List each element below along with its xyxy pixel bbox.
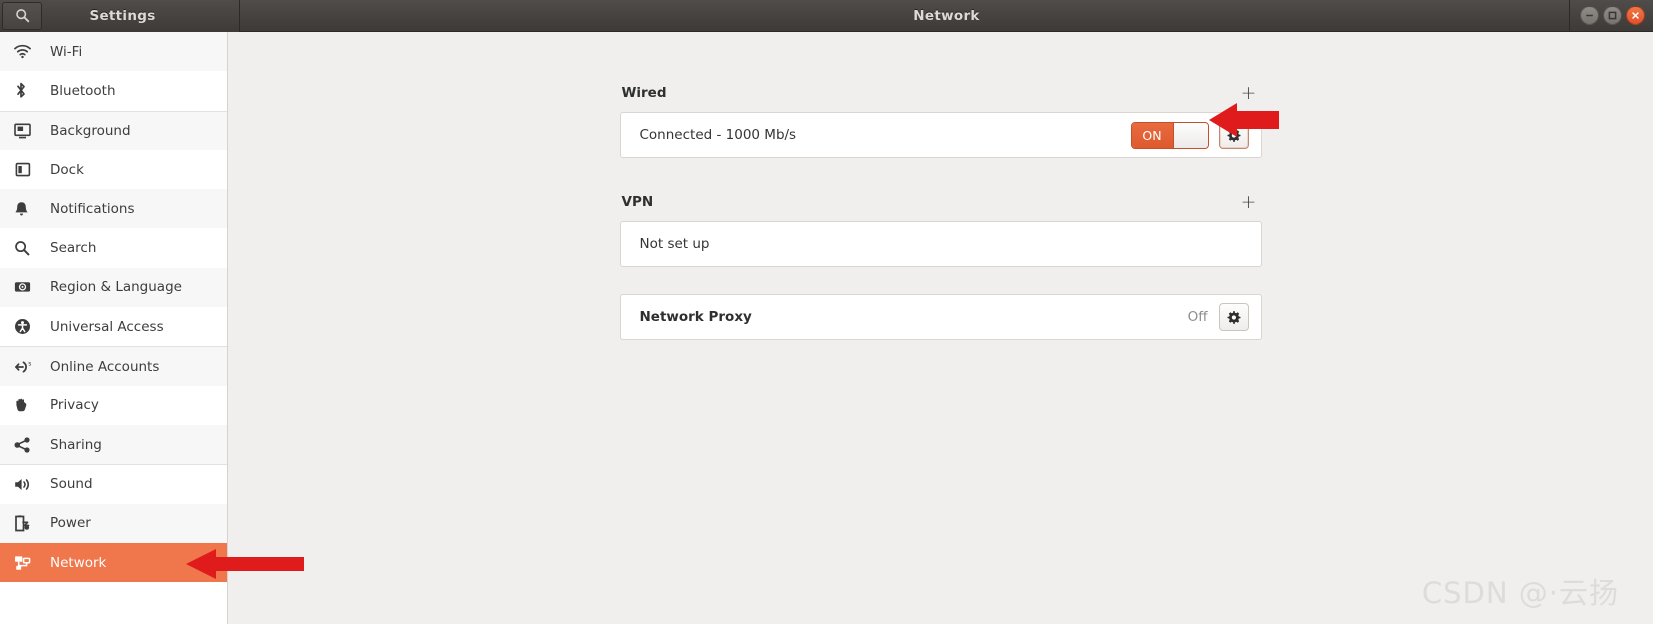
network-proxy-status: Off [1187,309,1208,325]
settings-panel-title: Settings [89,7,156,24]
wired-title: Wired [621,85,667,101]
sidebar-item-background[interactable]: Background [0,110,227,150]
sidebar-item-label: Universal Access [50,318,164,335]
wired-settings-button[interactable] [1218,121,1249,149]
wired-section-header: Wired + [620,82,1262,112]
sidebar-item-label: Wi-Fi [50,43,83,60]
bell-icon [14,201,40,217]
accessibility-icon [14,318,40,335]
sidebar-item-label: Online Accounts [50,358,160,375]
sidebar-item-bluetooth[interactable]: Bluetooth [0,71,227,111]
close-button[interactable] [1626,6,1645,25]
sidebar-item-label: Privacy [50,397,99,414]
sidebar-item-label: Region & Language [50,279,182,296]
wifi-icon [14,44,40,59]
sidebar-item-universal-access[interactable]: Universal Access [0,307,227,347]
background-icon [14,123,40,139]
sidebar: Wi-Fi Bluetooth Background Dock Notifica… [0,32,228,624]
watermark: CSDN @·云扬 [1421,576,1619,610]
close-icon [1630,10,1641,21]
sidebar-item-power[interactable]: Power [0,503,227,543]
vpn-row: Not set up [621,222,1261,266]
online-accounts-icon: s [14,359,40,375]
titlebar-main-section: Network [240,0,1653,32]
sidebar-item-dock[interactable]: Dock [0,149,227,190]
sidebar-item-notifications[interactable]: Notifications [0,189,227,229]
gear-icon [1226,127,1242,143]
sidebar-item-label: Notifications [50,200,135,217]
sidebar-item-label: Bluetooth [50,82,116,99]
sidebar-item-wifi[interactable]: Wi-Fi [0,32,227,72]
search-button[interactable] [2,1,42,30]
titlebar: Settings Network [0,0,1653,32]
wired-status: Connected - 1000 Mb/s [639,127,797,143]
sidebar-item-label: Background [50,122,131,139]
sidebar-item-label: Dock [50,161,84,178]
maximize-icon [1607,10,1618,21]
search-icon [15,8,30,23]
network-settings-content: Wired + Connected - 1000 Mb/s ON VPN + N… [619,32,1262,340]
sidebar-item-sharing[interactable]: Sharing [0,424,227,465]
network-proxy-card: Network Proxy Off [619,294,1262,340]
network-proxy-row[interactable]: Network Proxy Off [621,295,1261,339]
sidebar-item-label: Network [50,554,107,571]
minimize-icon [1584,10,1595,21]
speaker-icon [14,477,40,492]
region-language-icon [14,280,40,294]
vpn-title: VPN [621,194,654,210]
network-proxy-title: Network Proxy [639,309,752,325]
main-panel: Wired + Connected - 1000 Mb/s ON VPN + N… [228,32,1653,624]
wired-row: Connected - 1000 Mb/s ON [621,113,1261,157]
bluetooth-icon [14,82,40,99]
wired-toggle[interactable]: ON [1130,121,1209,149]
titlebar-sidebar-section: Settings [0,0,240,32]
svg-text:s: s [28,360,31,367]
sidebar-item-label: Sound [50,476,93,493]
add-vpn-button[interactable]: + [1238,191,1260,213]
network-proxy-settings-button[interactable] [1218,303,1249,331]
wired-toggle-label: ON [1131,122,1173,148]
sidebar-item-label: Power [50,515,91,532]
sidebar-item-network[interactable]: Network [0,542,227,583]
network-icon [14,555,40,571]
vpn-status: Not set up [639,236,710,252]
sidebar-item-sound[interactable]: Sound [0,464,227,504]
window-body: Wi-Fi Bluetooth Background Dock Notifica… [0,32,1653,624]
battery-icon [14,515,40,532]
hand-icon [14,397,40,413]
window-controls [1569,0,1645,32]
wired-toggle-knob [1172,122,1208,148]
sidebar-item-privacy[interactable]: Privacy [0,385,227,425]
search-icon [14,240,40,256]
vpn-card: Not set up [619,221,1262,267]
gear-icon [1226,309,1242,325]
settings-window: Settings Network Wi-Fi Bluetooth Backgro… [0,0,1653,624]
maximize-button[interactable] [1603,6,1622,25]
wired-card: Connected - 1000 Mb/s ON [619,112,1262,158]
add-wired-button[interactable]: + [1238,82,1260,104]
sidebar-item-label: Sharing [50,436,102,453]
window-title: Network [913,7,980,24]
sidebar-item-online-accounts[interactable]: s Online Accounts [0,346,227,386]
vpn-section-header: VPN + [620,191,1262,221]
sidebar-item-search[interactable]: Search [0,228,227,268]
minimize-button[interactable] [1580,6,1599,25]
sidebar-item-region-language[interactable]: Region & Language [0,267,227,308]
share-icon [14,437,40,453]
dock-icon [14,162,40,178]
sidebar-item-label: Search [50,240,97,257]
